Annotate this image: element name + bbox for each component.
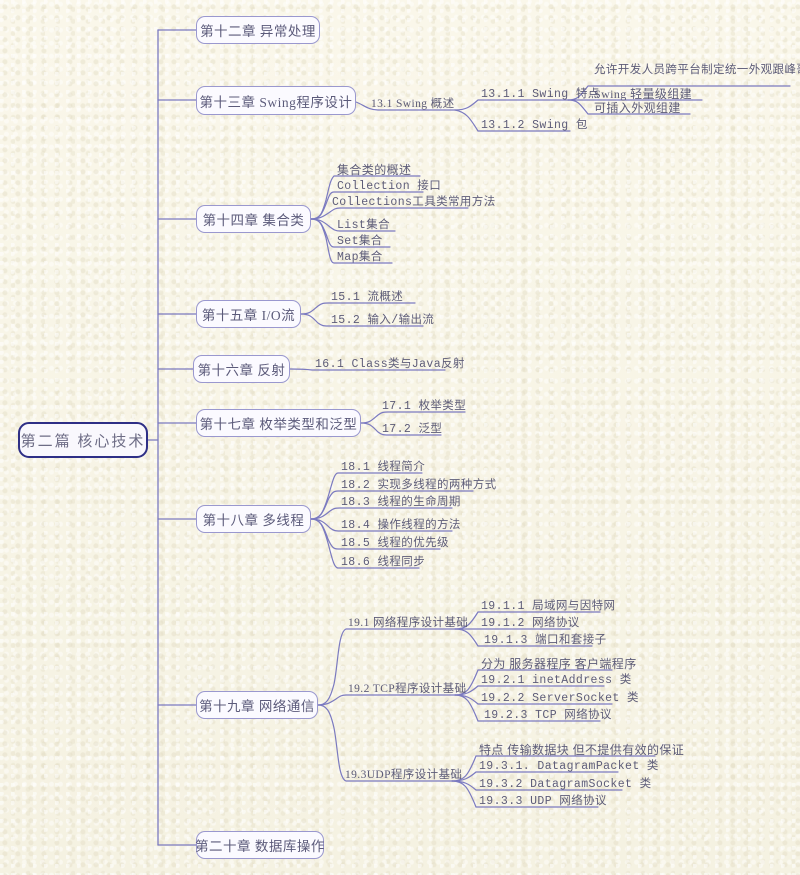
leaf-18-3[interactable]: 18.3 线程的生命周期 [341, 493, 461, 511]
leaf-18-2[interactable]: 18.2 实现多线程的两种方式 [341, 476, 497, 494]
chapter-node-14[interactable]: 第十四章 集合类 [196, 205, 311, 233]
chapter-label: 第二十章 数据库操作 [195, 839, 325, 854]
section-19-3[interactable]: 19.3UDP程序设计基础 [345, 766, 462, 784]
leaf-13-1-1-c[interactable]: 可插入外观组建 [594, 99, 681, 118]
leaf-19-1-2[interactable]: 19.1.2 网络协议 [481, 614, 580, 632]
root-node[interactable]: 第二篇 核心技术 [18, 422, 148, 458]
section-13-1[interactable]: 13.1 Swing 概述 [371, 95, 454, 113]
leaf-17-1[interactable]: 17.1 枚举类型 [382, 397, 466, 415]
section-19-2[interactable]: 19.2 TCP程序设计基础 [348, 680, 466, 698]
leaf-13-1-1[interactable]: 13.1.1 Swing 特点 [481, 85, 600, 103]
chapter-label: 第十五章 I/O流 [201, 308, 296, 323]
chapter-label: 第十三章 Swing程序设计 [199, 94, 353, 110]
chapter-node-12[interactable]: 第十二章 异常处理 [196, 16, 320, 44]
leaf-19-2-2[interactable]: 19.2.2 ServerSocket 类 [481, 689, 639, 707]
leaf-19-3-3[interactable]: 19.3.3 UDP 网络协议 [479, 792, 607, 810]
leaf-17-2[interactable]: 17.2 泛型 [382, 420, 442, 438]
leaf-13-1-1-a[interactable]: 允许开发人员跨平台制定统一外观跟峰哥 [594, 61, 800, 79]
chapter-label: 第十四章 集合类 [202, 213, 305, 228]
leaf-15-2[interactable]: 15.2 输入/输出流 [331, 311, 434, 329]
chapter-node-19[interactable]: 第十九章 网络通信 [196, 691, 318, 719]
leaf-18-1[interactable]: 18.1 线程简介 [341, 458, 425, 476]
leaf-19-3-1[interactable]: 19.3.1. DatagramPacket 类 [479, 757, 659, 775]
chapter-label: 第十六章 反射 [197, 363, 286, 378]
leaf-14-3[interactable]: Collections工具类常用方法 [332, 193, 496, 211]
leaf-18-6[interactable]: 18.6 线程同步 [341, 553, 425, 571]
chapter-node-18[interactable]: 第十八章 多线程 [196, 505, 311, 533]
chapter-node-20[interactable]: 第二十章 数据库操作 [195, 831, 325, 859]
leaf-15-1[interactable]: 15.1 流概述 [331, 288, 403, 306]
root-label: 第二篇 核心技术 [20, 433, 146, 450]
section-19-1[interactable]: 19.1 网络程序设计基础 [348, 614, 468, 632]
chapter-label: 第十九章 网络通信 [199, 699, 315, 714]
chapter-label: 第十八章 多线程 [202, 513, 305, 528]
chapter-label: 第十二章 异常处理 [200, 24, 316, 39]
leaf-19-2-1[interactable]: 19.2.1 inetAddress 类 [481, 671, 632, 689]
chapter-node-13[interactable]: 第十三章 Swing程序设计 [196, 86, 356, 115]
leaf-19-1-1[interactable]: 19.1.1 局域网与因特网 [481, 597, 615, 615]
leaf-19-1-3[interactable]: 19.1.3 端口和套接子 [484, 631, 607, 649]
leaf-16-1[interactable]: 16.1 Class类与Java反射 [315, 355, 465, 373]
chapter-node-15[interactable]: 第十五章 I/O流 [196, 300, 301, 328]
leaf-18-4[interactable]: 18.4 操作线程的方法 [341, 516, 461, 534]
leaf-18-5[interactable]: 18.5 线程的优先级 [341, 534, 449, 552]
leaf-19-2-3[interactable]: 19.2.3 TCP 网络协议 [484, 706, 612, 724]
chapter-label: 第十七章 枚举类型和泛型 [199, 417, 358, 432]
leaf-19-3-2[interactable]: 19.3.2 DatagramSocket 类 [479, 775, 652, 793]
chapter-node-17[interactable]: 第十七章 枚举类型和泛型 [196, 409, 361, 437]
leaf-14-6[interactable]: Map集合 [337, 248, 383, 266]
chapter-node-16[interactable]: 第十六章 反射 [193, 355, 290, 383]
leaf-13-1-2[interactable]: 13.1.2 Swing 包 [481, 116, 588, 134]
